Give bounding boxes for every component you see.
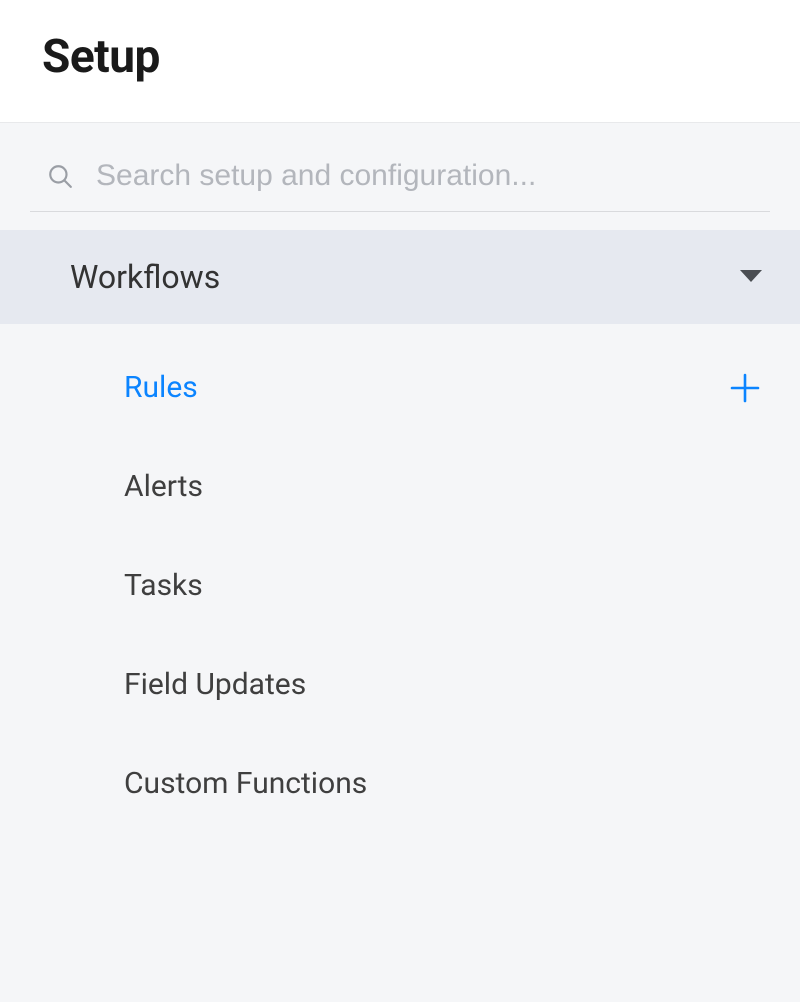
menu-item-field-updates[interactable]: Field Updates [0,635,800,734]
header: Setup [0,0,800,123]
menu-item-tasks[interactable]: Tasks [0,536,800,635]
menu-item-custom-functions[interactable]: Custom Functions [0,734,800,833]
chevron-down-icon [740,270,762,284]
menu-item-alerts[interactable]: Alerts [0,437,800,536]
menu-item-label: Rules [124,370,198,405]
search-input[interactable] [96,159,754,193]
plus-icon[interactable] [728,371,762,405]
page-title: Setup [42,30,758,84]
menu-item-label: Tasks [124,568,203,603]
search-area [0,123,800,230]
search-icon [46,162,74,190]
section-header-label: Workflows [70,258,220,296]
section-header-workflows[interactable]: Workflows [0,230,800,324]
menu-item-label: Field Updates [124,667,306,702]
menu-item-rules[interactable]: Rules [0,338,800,437]
menu-item-label: Alerts [124,469,203,504]
search-row[interactable] [30,159,770,212]
menu-item-label: Custom Functions [124,766,367,801]
menu-list: Rules Alerts Tasks Field Updates Custom … [0,324,800,847]
